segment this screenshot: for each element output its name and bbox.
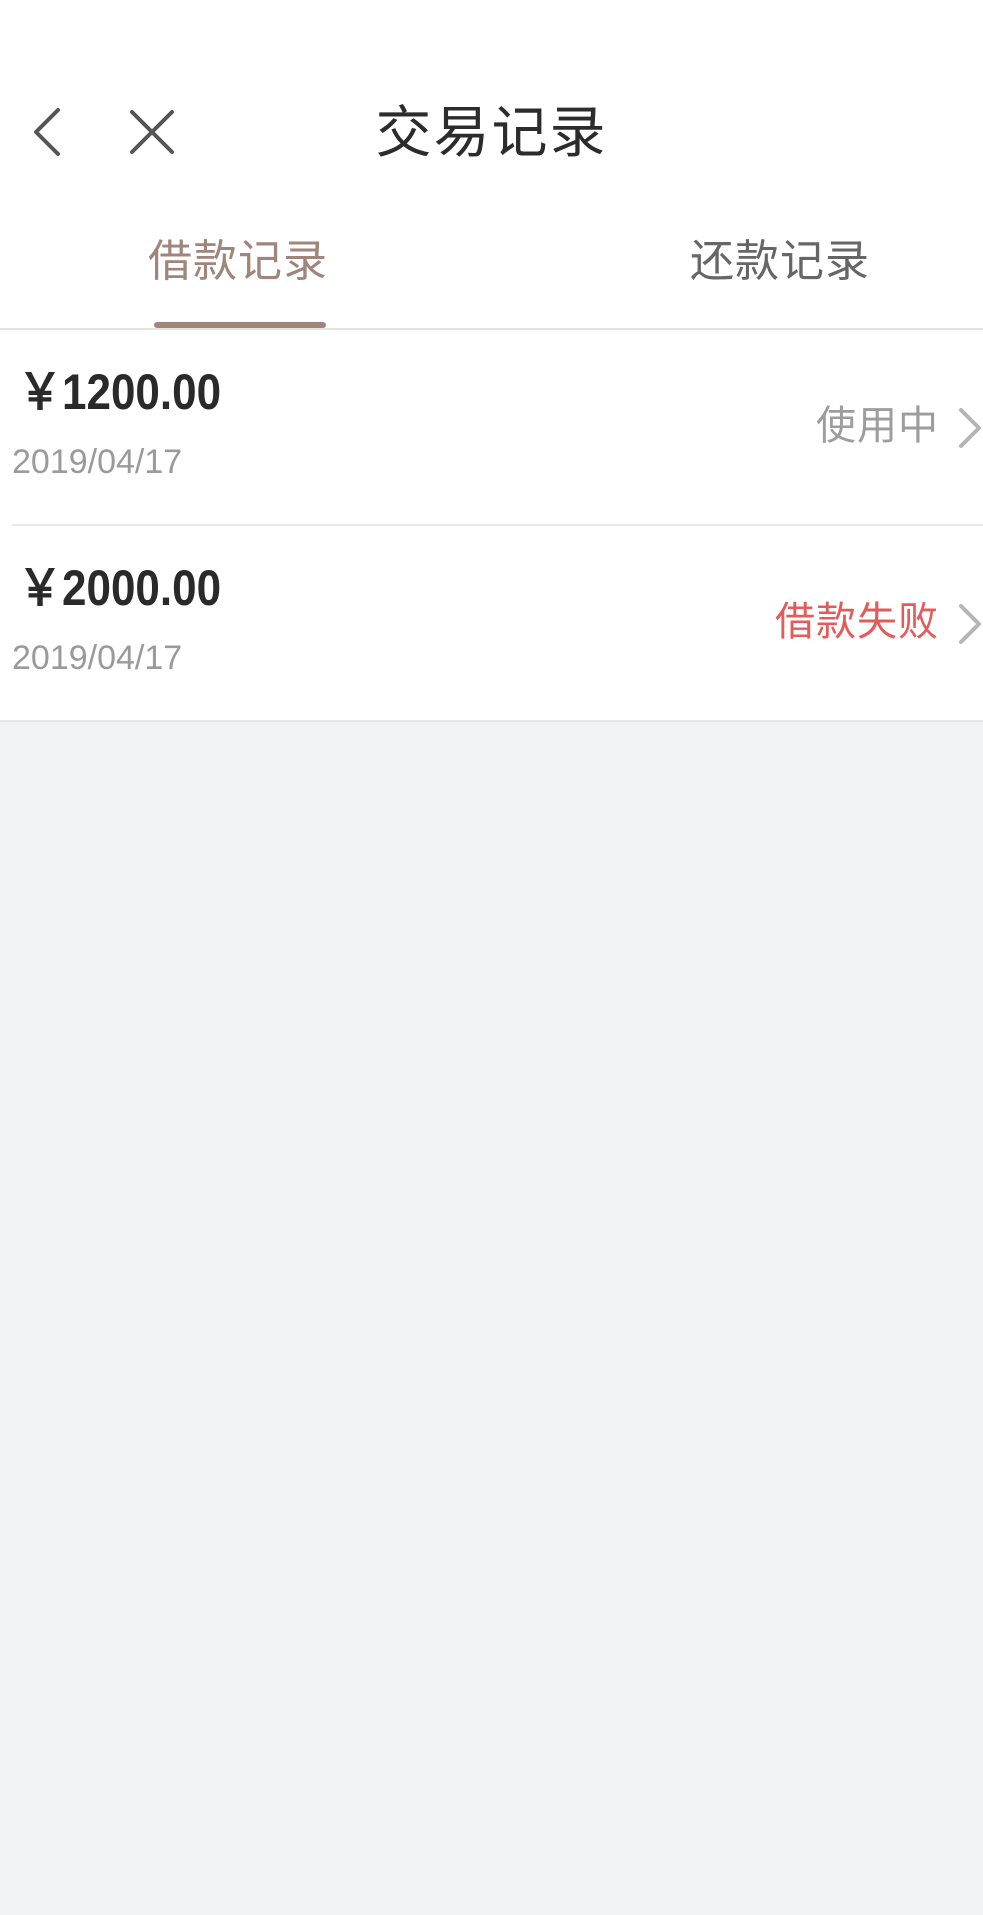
record-date: 2019/04/17 [12, 443, 183, 481]
record-amount: ￥1200.00 [18, 364, 222, 420]
active-tab-indicator [154, 322, 326, 328]
chevron-right-icon [959, 604, 981, 644]
tab-loan-records[interactable]: 借款记录 [148, 232, 328, 292]
tab-repayment-records[interactable]: 还款记录 [690, 232, 870, 292]
page-title: 交易记录 [375, 101, 608, 166]
status-label: 借款失败 [775, 599, 939, 645]
list-item[interactable]: ￥2000.00 2019/04/17 借款失败 [12, 524, 983, 720]
list-item[interactable]: ￥1200.00 2019/04/17 使用中 [0, 330, 983, 524]
chevron-right-icon [959, 408, 981, 448]
record-amount: ￥2000.00 [18, 560, 222, 616]
loan-record-list: ￥1200.00 2019/04/17 使用中 ￥2000.00 2019/04… [0, 330, 983, 722]
status-label: 使用中 [816, 403, 939, 449]
record-date: 2019/04/17 [12, 639, 183, 677]
tab-bar: 借款记录 还款记录 [0, 210, 983, 330]
top-bar: 交易记录 [0, 0, 983, 210]
